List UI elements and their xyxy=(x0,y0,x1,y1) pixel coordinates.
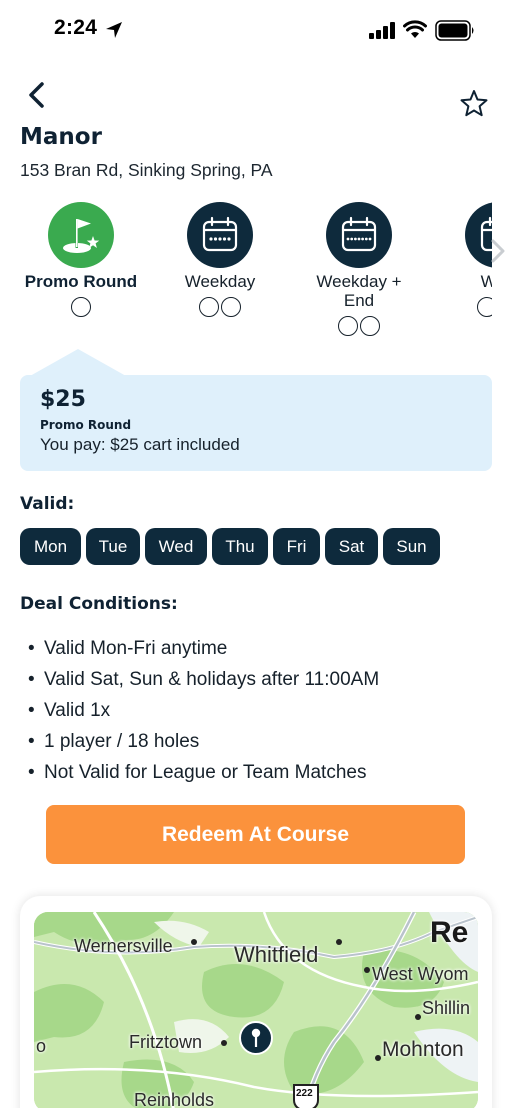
day-pill-tue: Tue xyxy=(86,528,140,565)
condition-item: Valid Mon-Fri anytime xyxy=(28,633,379,664)
valid-days-title: Valid: xyxy=(20,494,75,514)
calendar-icon xyxy=(187,202,253,268)
coin-icon xyxy=(71,297,91,317)
day-pill-sun: Sun xyxy=(383,528,440,565)
deal-tab-weekend[interactable]: Wee xyxy=(423,200,492,317)
condition-item: Not Valid for League or Team Matches xyxy=(28,757,379,788)
price-card: $25 Promo Round You pay: $25 cart includ… xyxy=(20,375,492,471)
deal-tab-weekday[interactable]: Weekday xyxy=(145,200,295,317)
coin-icon xyxy=(477,297,492,317)
price-amount: $25 xyxy=(40,387,86,412)
map-label: Mohnton xyxy=(382,1038,464,1061)
chevron-right-icon[interactable] xyxy=(487,236,509,266)
coin-icon xyxy=(338,316,358,336)
map-label: o xyxy=(36,1036,47,1056)
valid-days: Mon Tue Wed Thu Fri Sat Sun xyxy=(20,528,440,565)
map-label: Re xyxy=(430,916,469,949)
deal-type-carousel[interactable]: Promo Round Weekday Weekday + End W xyxy=(0,200,492,350)
coin-cost xyxy=(284,316,434,336)
coin-icon xyxy=(199,297,219,317)
price-deal-type: Promo Round xyxy=(40,418,132,432)
cellular-signal-icon xyxy=(369,22,395,39)
map-label: Shillin xyxy=(422,998,471,1018)
condition-item: Valid 1x xyxy=(28,695,379,726)
condition-item: 1 player / 18 holes xyxy=(28,726,379,757)
deal-conditions-list: Valid Mon-Fri anytime Valid Sat, Sun & h… xyxy=(28,633,379,788)
battery-icon xyxy=(435,20,474,41)
day-pill-sat: Sat xyxy=(325,528,378,565)
map-town-dot xyxy=(221,1040,227,1046)
map-town-dot xyxy=(191,939,197,945)
location-arrow-icon xyxy=(106,22,122,38)
deal-tab-label: Weekday + End xyxy=(316,272,402,310)
map-town-dot xyxy=(415,1014,421,1020)
calendar-icon xyxy=(326,202,392,268)
map-town-dot xyxy=(336,939,342,945)
course-location-pin-icon[interactable] xyxy=(238,1020,274,1060)
status-bar: 2:24 xyxy=(0,0,512,60)
map-town-dot xyxy=(364,967,370,973)
route-shield-label: 222 xyxy=(296,1088,313,1099)
favorite-star-button[interactable] xyxy=(458,88,490,120)
deal-conditions-title: Deal Conditions: xyxy=(20,594,178,614)
deal-tab-weekday-end[interactable]: Weekday + End xyxy=(284,200,434,336)
condition-item: Valid Sat, Sun & holidays after 11:00AM xyxy=(28,664,379,695)
wifi-icon xyxy=(403,20,427,38)
day-pill-mon: Mon xyxy=(20,528,81,565)
map-label: Reinholds xyxy=(134,1090,215,1108)
price-description: You pay: $25 cart included xyxy=(40,435,240,454)
coin-cost xyxy=(145,297,295,317)
deal-tab-label: Promo Round xyxy=(24,272,138,291)
course-name: Manor xyxy=(20,124,102,150)
map-label: Wernersville xyxy=(74,936,173,956)
day-pill-thu: Thu xyxy=(212,528,268,565)
coin-cost xyxy=(423,297,492,317)
coin-cost xyxy=(6,297,156,317)
deal-tab-label: Wee xyxy=(480,272,492,291)
deal-tab-promo-round[interactable]: Promo Round xyxy=(6,200,156,317)
map-label: West Wyom xyxy=(372,964,469,984)
coin-icon xyxy=(221,297,241,317)
map-town-dot xyxy=(375,1055,381,1061)
price-card-pointer xyxy=(30,349,126,376)
map-label: Whitfield xyxy=(234,942,319,967)
deal-tab-label: Weekday xyxy=(184,272,256,291)
course-map[interactable]: Wernersville Whitfield Re West Wyom Shil… xyxy=(34,912,478,1108)
status-time: 2:24 xyxy=(54,16,98,39)
course-address: 153 Bran Rd, Sinking Spring, PA xyxy=(20,160,273,180)
coin-icon xyxy=(360,316,380,336)
back-button[interactable] xyxy=(22,80,54,112)
map-label: Fritztown xyxy=(129,1032,203,1052)
day-pill-fri: Fri xyxy=(273,528,320,565)
redeem-at-course-button[interactable]: Redeem At Course xyxy=(46,805,465,864)
flag-icon xyxy=(48,202,114,268)
day-pill-wed: Wed xyxy=(145,528,207,565)
